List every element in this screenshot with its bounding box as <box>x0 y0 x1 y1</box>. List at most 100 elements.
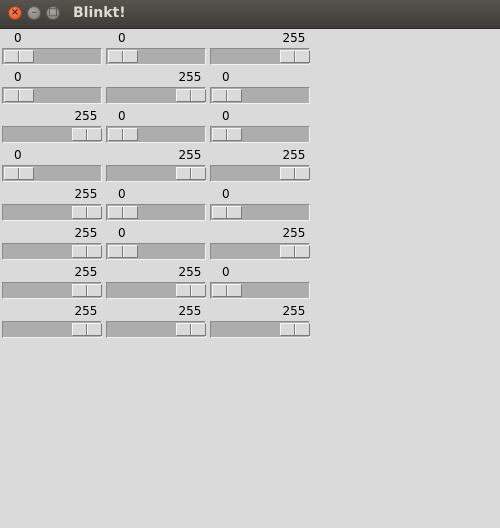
title-bar: × – □ Blinkt! <box>0 0 500 29</box>
scale-slider-handle[interactable] <box>4 50 34 63</box>
scale-slider-handle[interactable] <box>4 89 34 102</box>
scale-slider-handle[interactable] <box>280 167 310 180</box>
scale-trough[interactable] <box>106 48 206 65</box>
scale-slider-handle[interactable] <box>212 284 242 297</box>
scale-r4-c2: 255 <box>106 146 206 185</box>
scale-slider-handle[interactable] <box>212 128 242 141</box>
scale-trough[interactable] <box>210 126 310 143</box>
scale-trough[interactable] <box>106 87 206 104</box>
scale-trough[interactable] <box>2 87 102 104</box>
scale-trough[interactable] <box>106 126 206 143</box>
scale-trough[interactable] <box>2 48 102 65</box>
scale-slider-handle[interactable] <box>280 323 310 336</box>
scale-value: 0 <box>222 187 230 201</box>
scale-slider-handle[interactable] <box>280 245 310 258</box>
scale-r8-c1: 255 <box>2 302 102 341</box>
scale-trough[interactable] <box>2 126 102 143</box>
scale-slider-handle[interactable] <box>72 206 102 219</box>
scale-trough[interactable] <box>210 165 310 182</box>
scale-trough[interactable] <box>2 321 102 338</box>
scale-r3-c2: 0 <box>106 107 206 146</box>
scale-r5-c1: 255 <box>2 185 102 224</box>
scale-slider-handle[interactable] <box>72 245 102 258</box>
scale-slider-handle[interactable] <box>176 167 206 180</box>
scale-trough[interactable] <box>210 204 310 221</box>
scale-slider-handle[interactable] <box>176 284 206 297</box>
scale-value: 255 <box>282 226 306 240</box>
scale-r8-c3: 255 <box>210 302 310 341</box>
scale-slider-handle[interactable] <box>72 128 102 141</box>
scale-value: 0 <box>14 148 22 162</box>
scale-slider-handle[interactable] <box>108 50 138 63</box>
scale-value: 0 <box>118 226 126 240</box>
scale-r7-c2: 255 <box>106 263 206 302</box>
scale-r3-c3: 0 <box>210 107 310 146</box>
scale-trough[interactable] <box>210 321 310 338</box>
scale-r3-c1: 255 <box>2 107 102 146</box>
scale-trough[interactable] <box>106 282 206 299</box>
scale-trough[interactable] <box>210 48 310 65</box>
scale-r6-c1: 255 <box>2 224 102 263</box>
scale-r5-c3: 0 <box>210 185 310 224</box>
scale-value: 255 <box>178 304 202 318</box>
scale-trough[interactable] <box>2 165 102 182</box>
maximize-icon[interactable]: □ <box>46 6 60 20</box>
slider-grid: 0 0 255 0 255 0 255 0 0 0 255 255 255 0 0 255 0 255 255 255… <box>0 29 500 528</box>
close-icon[interactable]: × <box>8 6 22 20</box>
scale-trough[interactable] <box>2 282 102 299</box>
scale-value: 255 <box>282 148 306 162</box>
scale-slider-handle[interactable] <box>212 89 242 102</box>
scale-r2-c2: 255 <box>106 68 206 107</box>
scale-r4-c3: 255 <box>210 146 310 185</box>
scale-slider-handle[interactable] <box>108 206 138 219</box>
scale-trough[interactable] <box>210 282 310 299</box>
minimize-icon[interactable]: – <box>27 6 41 20</box>
scale-r1-c1: 0 <box>2 29 102 68</box>
scale-slider-handle[interactable] <box>72 284 102 297</box>
scale-trough[interactable] <box>210 243 310 260</box>
scale-trough[interactable] <box>106 243 206 260</box>
scale-value: 255 <box>178 265 202 279</box>
scale-r7-c3: 0 <box>210 263 310 302</box>
scale-value: 0 <box>14 70 22 84</box>
scale-value: 0 <box>222 109 230 123</box>
scale-r6-c2: 0 <box>106 224 206 263</box>
scale-trough[interactable] <box>210 87 310 104</box>
scale-slider-handle[interactable] <box>176 323 206 336</box>
scale-r5-c2: 0 <box>106 185 206 224</box>
scale-r7-c1: 255 <box>2 263 102 302</box>
scale-value: 255 <box>74 304 98 318</box>
scale-trough[interactable] <box>106 165 206 182</box>
scale-r2-c1: 0 <box>2 68 102 107</box>
scale-trough[interactable] <box>2 243 102 260</box>
scale-trough[interactable] <box>106 204 206 221</box>
scale-value: 255 <box>282 31 306 45</box>
scale-trough[interactable] <box>2 204 102 221</box>
scale-value: 0 <box>222 70 230 84</box>
scale-value: 0 <box>14 31 22 45</box>
scale-slider-handle[interactable] <box>72 323 102 336</box>
scale-value: 255 <box>178 70 202 84</box>
scale-value: 255 <box>74 226 98 240</box>
scale-trough[interactable] <box>106 321 206 338</box>
scale-slider-handle[interactable] <box>176 89 206 102</box>
window-title: Blinkt! <box>73 5 126 21</box>
scale-slider-handle[interactable] <box>108 245 138 258</box>
scale-slider-handle[interactable] <box>108 128 138 141</box>
scale-value: 255 <box>282 304 306 318</box>
scale-value: 255 <box>74 187 98 201</box>
scale-value: 0 <box>118 187 126 201</box>
scale-r2-c3: 0 <box>210 68 310 107</box>
scale-value: 0 <box>222 265 230 279</box>
scale-r1-c2: 0 <box>106 29 206 68</box>
scale-r8-c2: 255 <box>106 302 206 341</box>
scale-slider-handle[interactable] <box>4 167 34 180</box>
scale-value: 255 <box>178 148 202 162</box>
scale-slider-handle[interactable] <box>212 206 242 219</box>
scale-value: 0 <box>118 31 126 45</box>
scale-value: 0 <box>118 109 126 123</box>
scale-r6-c3: 255 <box>210 224 310 263</box>
scale-r1-c3: 255 <box>210 29 310 68</box>
scale-slider-handle[interactable] <box>280 50 310 63</box>
scale-r4-c1: 0 <box>2 146 102 185</box>
